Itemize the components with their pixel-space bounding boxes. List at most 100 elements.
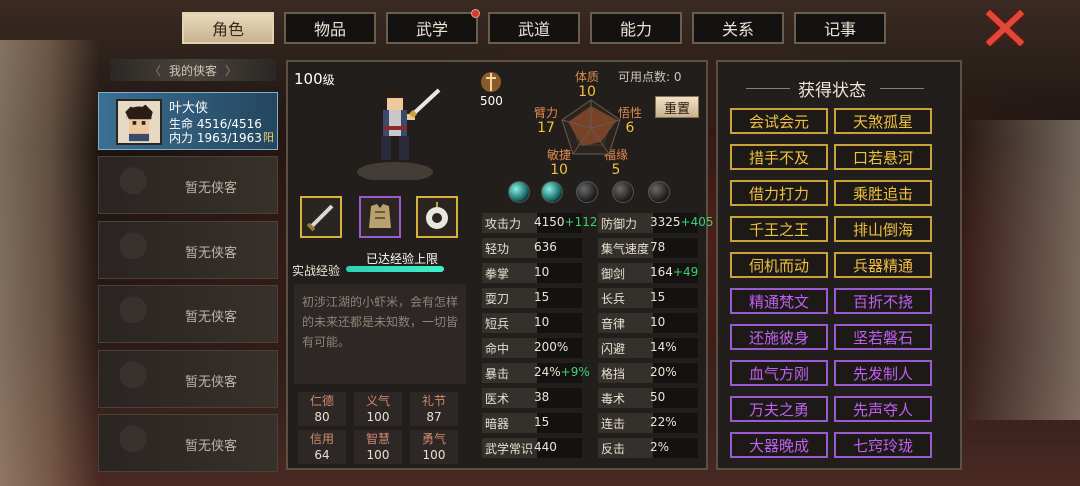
status-badge[interactable]: 七窍玲珑 [834, 432, 932, 458]
status-badge[interactable]: 兵器精通 [834, 252, 932, 278]
virtue-value: 64 [314, 448, 330, 462]
empty-silhouette-icon [103, 289, 163, 341]
status-badge[interactable]: 排山倒海 [834, 216, 932, 242]
tab-items[interactable]: 物品 [284, 12, 376, 44]
empty-slot-label: 暂无侠客 [185, 310, 238, 325]
equip-slot-armor[interactable] [359, 196, 401, 238]
hero-list-header: 〈 我的侠客 〉 [110, 59, 276, 81]
stat-value-text: 636 [534, 240, 557, 254]
stat-value: 10 [534, 315, 549, 329]
attr-value: 17 [537, 120, 555, 136]
stat-value: 14% [650, 340, 677, 354]
stat-value: 440 [534, 440, 557, 454]
stat-cell: 毒术 50 [598, 388, 698, 408]
empty-hero-slot[interactable]: 暂无侠客 [98, 221, 278, 279]
stat-value-text: 14% [650, 340, 677, 354]
stat-cell: 连击 22% [598, 413, 698, 433]
status-badge[interactable]: 先发制人 [834, 360, 932, 386]
attr-value: 10 [578, 84, 596, 100]
status-badge[interactable]: 千王之王 [730, 216, 828, 242]
stat-cell: 耍刀 15 [482, 288, 582, 308]
stat-name: 毒术 [601, 392, 626, 406]
empty-slot-label: 暂无侠客 [185, 375, 238, 390]
empty-hero-slot[interactable]: 暂无侠客 [98, 156, 278, 214]
status-badge[interactable]: 血气方刚 [730, 360, 828, 386]
meridian-orb [648, 181, 670, 203]
equip-slot-weapon[interactable] [300, 196, 342, 238]
stat-value-text: 20% [650, 365, 677, 379]
status-badge[interactable]: 万夫之勇 [730, 396, 828, 422]
chevron-left-icon[interactable]: 〈 [149, 62, 161, 79]
potential-points-icon [481, 72, 501, 92]
stat-value: 10 [650, 315, 665, 329]
empty-slot-label: 暂无侠客 [185, 439, 238, 454]
status-badge[interactable]: 大器晚成 [730, 432, 828, 458]
status-badge[interactable]: 会试会元 [730, 108, 828, 134]
stat-value-text: 4150 [534, 215, 565, 229]
tab-label: 武道 [517, 20, 550, 39]
tab-relations[interactable]: 关系 [692, 12, 784, 44]
status-badge[interactable]: 借力打力 [730, 180, 828, 206]
empty-hero-slot[interactable]: 暂无侠客 [98, 285, 278, 343]
hero-card-selected[interactable]: 叶大侠 生命 4516/4516 内力 1963/1963 阳 [98, 92, 278, 150]
tab-abilities[interactable]: 能力 [590, 12, 682, 44]
stat-cell: 攻击力 4150+1121 [482, 213, 605, 233]
meridian-orb [576, 181, 598, 203]
tab-martial-arts[interactable]: 武学 [386, 9, 480, 44]
close-icon[interactable] [986, 10, 1024, 46]
empty-hero-slot[interactable]: 暂无侠客 [98, 414, 278, 472]
stat-value: 15 [650, 290, 665, 304]
status-badge[interactable]: 百折不挠 [834, 288, 932, 314]
stat-bonus: +49 [672, 265, 699, 279]
stat-value: 636 [534, 240, 557, 254]
stat-cell: 武学常识 440 [482, 438, 582, 458]
tab-martial-way[interactable]: 武道 [488, 12, 580, 44]
stat-cell: 反击 2% [598, 438, 698, 458]
attribute-radar-chart [561, 99, 621, 155]
status-badge[interactable]: 措手不及 [730, 144, 828, 170]
empty-slot-label: 暂无侠客 [185, 181, 238, 196]
tab-journal[interactable]: 记事 [794, 12, 886, 44]
divider [880, 88, 924, 89]
stat-cell: 长兵 15 [598, 288, 698, 308]
status-badge[interactable]: 精通梵文 [730, 288, 828, 314]
meridian-orb-active [541, 181, 563, 203]
stat-value-text: 15 [534, 290, 550, 304]
status-badge[interactable]: 还施彼身 [730, 324, 828, 350]
empty-silhouette-icon [103, 225, 163, 277]
attr-constitution: 体质 10 [575, 68, 599, 99]
stat-cell: 轻功 636 [482, 238, 582, 258]
stat-name: 长兵 [601, 292, 626, 306]
stat-cell: 御剑 164+49 [598, 263, 698, 283]
stat-value: 200% [534, 340, 568, 354]
hero-list-title: 我的侠客 [168, 63, 217, 78]
background-scenery-left [0, 40, 100, 486]
virtue-name: 义气 [365, 394, 390, 408]
stat-bonus: +9% [560, 365, 590, 379]
stat-value: 2% [650, 440, 669, 454]
status-badge[interactable]: 口若悬河 [834, 144, 932, 170]
chevron-right-icon[interactable]: 〉 [225, 62, 237, 79]
tab-character[interactable]: 角色 [182, 12, 274, 44]
attr-value: 5 [611, 162, 621, 178]
virtue-name: 勇气 [421, 432, 446, 446]
reset-button[interactable]: 重置 [655, 96, 699, 118]
divider [746, 88, 790, 89]
empty-hero-slot[interactable]: 暂无侠客 [98, 350, 278, 408]
stat-value: 20% [650, 365, 677, 379]
virtue-item: 义气 100 [354, 392, 402, 426]
status-badge[interactable]: 乘胜追击 [834, 180, 932, 206]
stat-value: 15 [534, 415, 549, 429]
level-unit: 级 [322, 73, 335, 87]
equip-slot-accessory[interactable] [416, 196, 458, 238]
hero-mp: 内力 1963/1963 [169, 131, 262, 145]
status-badge[interactable]: 先声夺人 [834, 396, 932, 422]
stat-cell: 防御力 3325+405 [598, 213, 714, 233]
status-badge[interactable]: 坚若磐石 [834, 324, 932, 350]
status-badge[interactable]: 伺机而动 [730, 252, 828, 278]
stat-name: 医术 [485, 392, 510, 406]
virtue-name: 信用 [309, 432, 334, 446]
stat-value: 50 [650, 390, 665, 404]
status-badge[interactable]: 天煞孤星 [834, 108, 932, 134]
exp-bar [346, 266, 444, 272]
